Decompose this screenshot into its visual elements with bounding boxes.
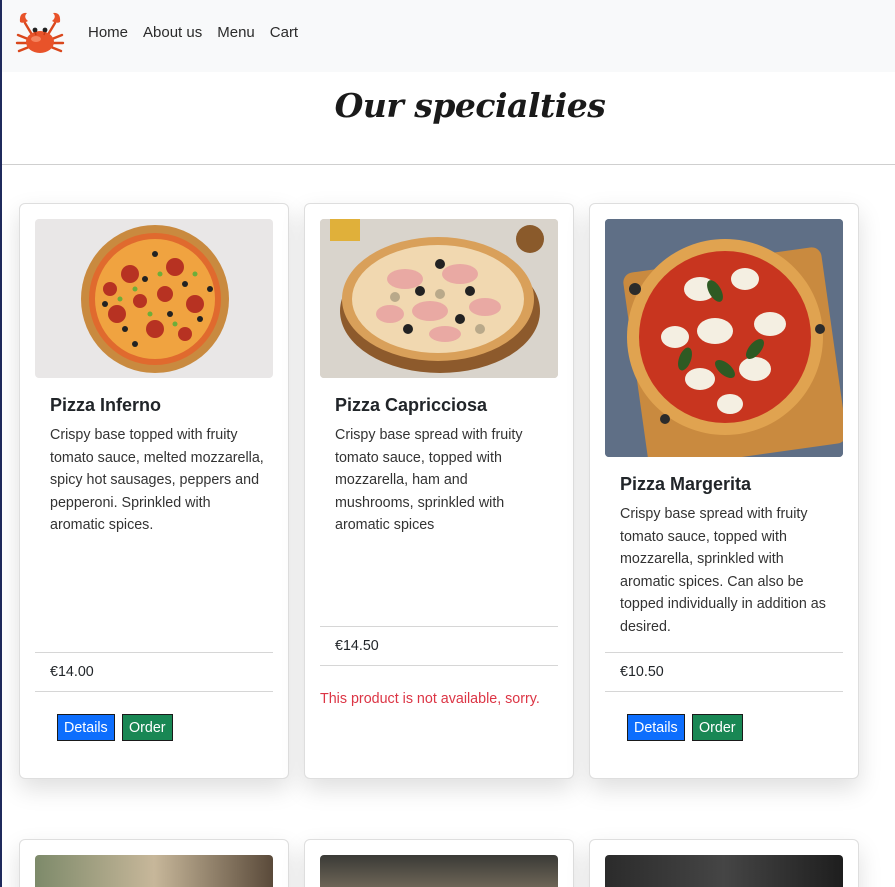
product-name: Pizza Capricciosa [335,395,488,415]
product-card [589,839,859,887]
details-button[interactable]: Details [57,714,115,741]
product-image [320,219,558,378]
divider [320,626,558,627]
product-description: Crispy base spread with fruity tomato sa… [620,506,826,635]
product-name: Pizza Margerita [620,474,752,494]
product-image [605,219,843,457]
product-image [35,219,273,378]
nav-link-menu[interactable]: Menu [217,24,255,41]
product-card [19,839,289,887]
divider [2,164,895,165]
product-price: €10.50 [620,664,664,680]
order-button[interactable]: Order [122,714,173,741]
product-image [35,855,273,887]
page-title: Our specialties [334,86,606,125]
unavailable-message: This product is not available, sorry. [320,691,540,707]
nav-link-cart[interactable]: Cart [270,24,298,41]
product-description: Crispy base topped with fruity tomato sa… [50,427,264,533]
product-price: €14.50 [335,638,379,654]
details-button[interactable]: Details [627,714,685,741]
nav-link-home[interactable]: Home [88,24,128,41]
navbar: Home About us Menu Cart [2,0,895,72]
order-button[interactable]: Order [692,714,743,741]
product-image [605,855,843,887]
product-card [304,839,574,887]
product-card-inferno: Pizza Inferno Crispy base topped with fr… [19,203,289,779]
product-description: Crispy base spread with fruity tomato sa… [335,427,523,533]
product-name: Pizza Inferno [50,395,162,415]
divider [605,652,843,653]
nav-link-about-us[interactable]: About us [143,24,202,41]
divider [35,691,273,692]
window-edge [0,0,2,887]
divider [605,691,843,692]
product-image [320,855,558,887]
divider [320,665,558,666]
divider [35,652,273,653]
product-price: €14.00 [50,664,94,680]
product-card-margerita: Pizza Margerita Crispy base spread with … [589,203,859,779]
product-card-capricciosa: Pizza Capricciosa Crispy base spread wit… [304,203,574,779]
crab-logo-icon[interactable] [14,9,66,59]
